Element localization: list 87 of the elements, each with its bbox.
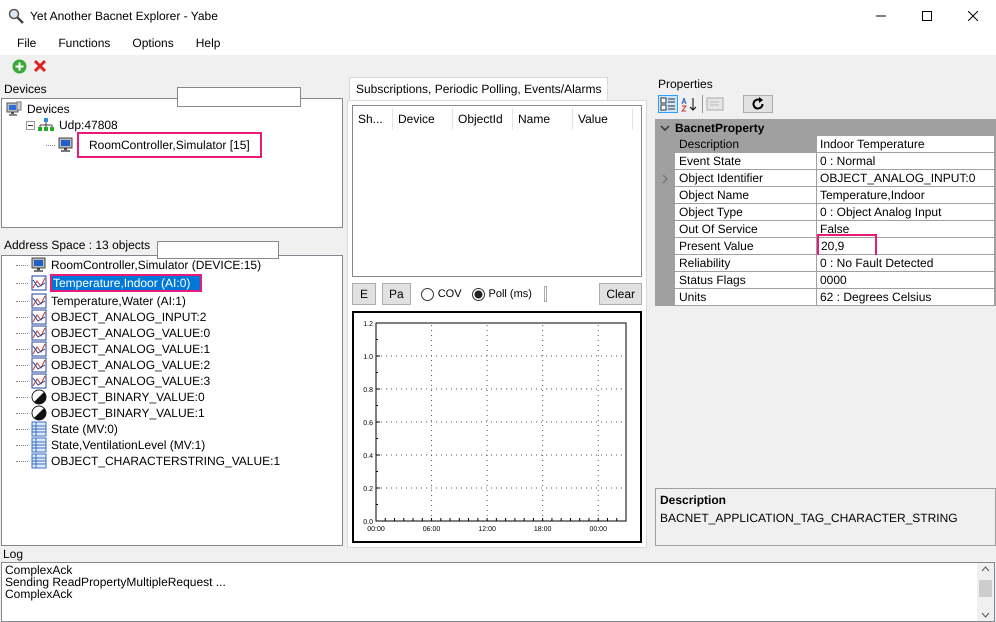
description-text: BACNET_APPLICATION_TAG_CHARACTER_STRING [660,510,959,527]
property-name[interactable]: Object Type [675,204,816,221]
panel-title: Devices [3,81,47,98]
property-name[interactable]: Present Value [675,238,816,255]
categorized-icon[interactable] [659,96,677,112]
scroll-up-icon[interactable] [981,566,990,572]
chart-icon [31,309,47,325]
table-icon [31,437,47,453]
column-header[interactable]: Value [573,108,633,130]
network-icon [38,117,54,133]
radio-button[interactable] [472,288,485,300]
refresh-icon[interactable] [751,97,765,111]
property-name[interactable]: Units [675,289,816,306]
scrollbar[interactable] [977,563,994,621]
radio-button[interactable] [420,288,434,300]
tree-item[interactable]: State (MV:0) [50,422,119,436]
tree-item[interactable]: OBJECT_CHARACTERSTRING_VALUE:1 [50,454,282,468]
property-value[interactable]: False [820,220,850,238]
delete-icon[interactable] [33,59,47,73]
property-name[interactable]: Reliability [675,255,816,272]
tree-item[interactable]: OBJECT_ANALOG_VALUE:0 [50,326,212,340]
tree-item[interactable]: OBJECT_BINARY_VALUE:0 [50,390,206,404]
half-circle-icon [31,389,47,405]
maximize-icon[interactable] [922,10,932,20]
tree-item[interactable]: State,VentilationLevel (MV:1) [50,438,206,452]
radio-label[interactable]: Poll (ms) [488,286,532,302]
collapse-icon[interactable] [26,120,35,130]
tree-item[interactable]: Temperature,Water (AI:1) [50,294,187,308]
chevron-right-icon [662,174,668,184]
chart-icon [31,325,47,341]
tab[interactable]: Subscriptions, Periodic Polling, Events/Alarms [349,77,608,100]
tree-item[interactable]: RoomController,Simulator [15] [77,132,262,158]
scroll-thumb[interactable] [979,580,992,597]
column-header[interactable]: Sh... [353,108,393,130]
add-icon[interactable] [12,58,27,74]
panel-title: Properties [657,77,714,93]
table-icon [31,421,47,437]
computer-icon [58,137,74,153]
tree-item[interactable]: Temperature,Indoor (AI:0) [50,274,202,292]
computer-icon [6,101,22,117]
tree-item[interactable]: OBJECT_ANALOG_INPUT:2 [50,310,208,324]
chart-icon [31,373,47,389]
scroll-down-icon[interactable] [981,612,990,618]
half-circle-icon [31,405,47,421]
property-name[interactable]: Out Of Service [675,221,816,238]
property-name[interactable]: Object Identifier [675,170,816,187]
chart-icon [31,275,47,291]
property-name[interactable]: Status Flags [675,272,816,289]
chart-icon [31,341,47,357]
close-icon[interactable] [968,10,978,20]
property-name[interactable]: Event State [675,153,816,170]
category-label: BacnetProperty [675,120,764,136]
column-header[interactable]: Name [513,108,573,130]
chart-icon [31,293,47,309]
panel-title: Address Space : 13 objects [3,237,150,254]
window-title: Yet Another Bacnet Explorer - Yabe [30,8,218,24]
description-title: Description [660,492,728,509]
radio-label[interactable]: COV [438,286,462,302]
tree-item[interactable]: OBJECT_ANALOG_VALUE:2 [50,358,212,372]
menu-item[interactable]: Help [186,32,230,54]
tree-item[interactable]: OBJECT_BINARY_VALUE:1 [50,406,206,420]
log-line: ComplexAck [5,564,74,576]
clear-button[interactable]: Clear [599,283,642,305]
button[interactable]: Pa [382,283,411,305]
tree-item[interactable]: Udp:47808 [57,116,120,134]
menu-item[interactable]: Functions [48,32,120,54]
chart-icon [31,357,47,373]
log-line: ComplexAck [5,588,72,600]
slider-handle[interactable] [544,286,547,302]
menu-item[interactable]: File [7,32,46,54]
column-header[interactable]: Device [393,108,453,130]
tree-item[interactable]: RoomController,Simulator (DEVICE:15) [50,258,262,272]
log-line: Sending ReadPropertyMultipleRequest ... [5,576,227,588]
tree-item[interactable]: OBJECT_ANALOG_VALUE:3 [50,374,212,388]
chevron-down-icon[interactable] [660,124,670,130]
property-value[interactable]: 0000 [820,271,847,289]
menu-item[interactable]: Options [122,32,184,54]
tree-item[interactable]: Devices [25,100,72,118]
property-name[interactable]: Object Name [675,187,816,204]
sort-icon[interactable] [681,96,699,112]
table-icon [31,453,47,469]
button[interactable]: E [352,283,376,305]
panel-title: Log [2,547,24,562]
column-header[interactable]: ObjectId [453,108,513,130]
tree-item[interactable]: OBJECT_ANALOG_VALUE:1 [50,342,212,356]
magnifier-icon [8,8,24,24]
computer-icon [31,257,47,273]
